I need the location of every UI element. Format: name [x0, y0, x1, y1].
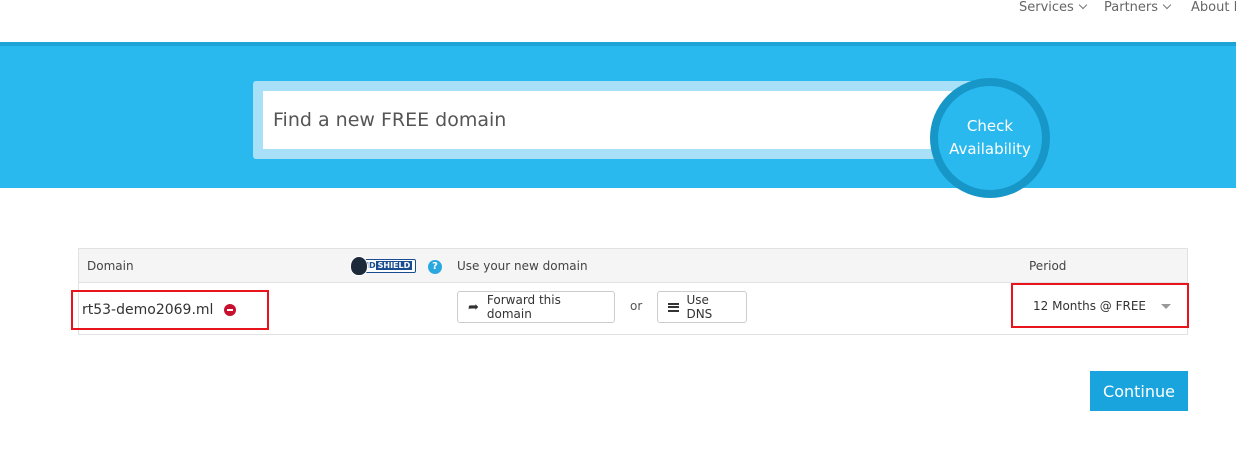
list-icon: [668, 302, 679, 312]
nav-services-label: Services: [1019, 0, 1074, 15]
nav-partners-label: Partners: [1104, 0, 1159, 15]
forward-domain-button[interactable]: ➦ Forward this domain: [457, 291, 615, 323]
caret-down-icon: [1161, 304, 1171, 309]
header-use-domain: Use your new domain: [457, 259, 588, 273]
check-label-line2: Availability: [949, 140, 1031, 158]
period-select-value: 12 Months @ FREE: [1033, 299, 1146, 313]
period-select[interactable]: 12 Months @ FREE: [1027, 295, 1183, 317]
continue-button[interactable]: Continue: [1090, 371, 1188, 411]
idshield-label: ID SHIELD: [350, 256, 417, 276]
hero-search-band: Check Availability: [0, 42, 1236, 198]
forward-arrow-icon: ➦: [468, 299, 479, 315]
domain-table: Domain ID SHIELD ? Use your new domain Pe…: [71, 248, 1189, 335]
or-separator: or: [630, 299, 643, 313]
use-dns-label: Use DNS: [686, 293, 713, 321]
remove-icon[interactable]: [224, 304, 237, 316]
check-label-line1: Check: [966, 117, 1014, 135]
idshield-logo-icon: [350, 256, 368, 276]
nav-partners[interactable]: Partners: [1104, 0, 1172, 16]
idshield-badge: ID SHIELD: [350, 256, 417, 276]
period-cell-highlight: 12 Months @ FREE: [1011, 283, 1189, 328]
help-icon[interactable]: ?: [428, 260, 442, 274]
check-availability-label: Check Availability: [949, 115, 1031, 161]
top-navigation: Services Partners About I: [0, 0, 1236, 42]
domain-name: rt53-demo2069.ml: [82, 302, 214, 318]
nav-about[interactable]: About I: [1191, 0, 1236, 16]
use-dns-button[interactable]: Use DNS: [657, 291, 747, 323]
domain-cell-highlight: rt53-demo2069.ml: [71, 290, 269, 330]
nav-about-label: About I: [1191, 0, 1236, 15]
nav-services[interactable]: Services: [1019, 0, 1088, 16]
table-header: Domain ID SHIELD ? Use your new domain Pe…: [79, 249, 1187, 283]
chevron-down-icon: [1162, 0, 1172, 10]
domain-search-input[interactable]: [263, 91, 963, 149]
forward-domain-label: Forward this domain: [486, 293, 561, 321]
header-domain: Domain: [87, 259, 134, 273]
check-availability-button[interactable]: Check Availability: [930, 78, 1050, 198]
idshield-shield-text: SHIELD: [375, 261, 413, 270]
header-period: Period: [1029, 259, 1067, 273]
chevron-down-icon: [1078, 0, 1088, 10]
table-row: rt53-demo2069.ml ➦ Forward this domain o…: [71, 283, 1189, 335]
search-wrapper: Check Availability: [253, 78, 1050, 198]
